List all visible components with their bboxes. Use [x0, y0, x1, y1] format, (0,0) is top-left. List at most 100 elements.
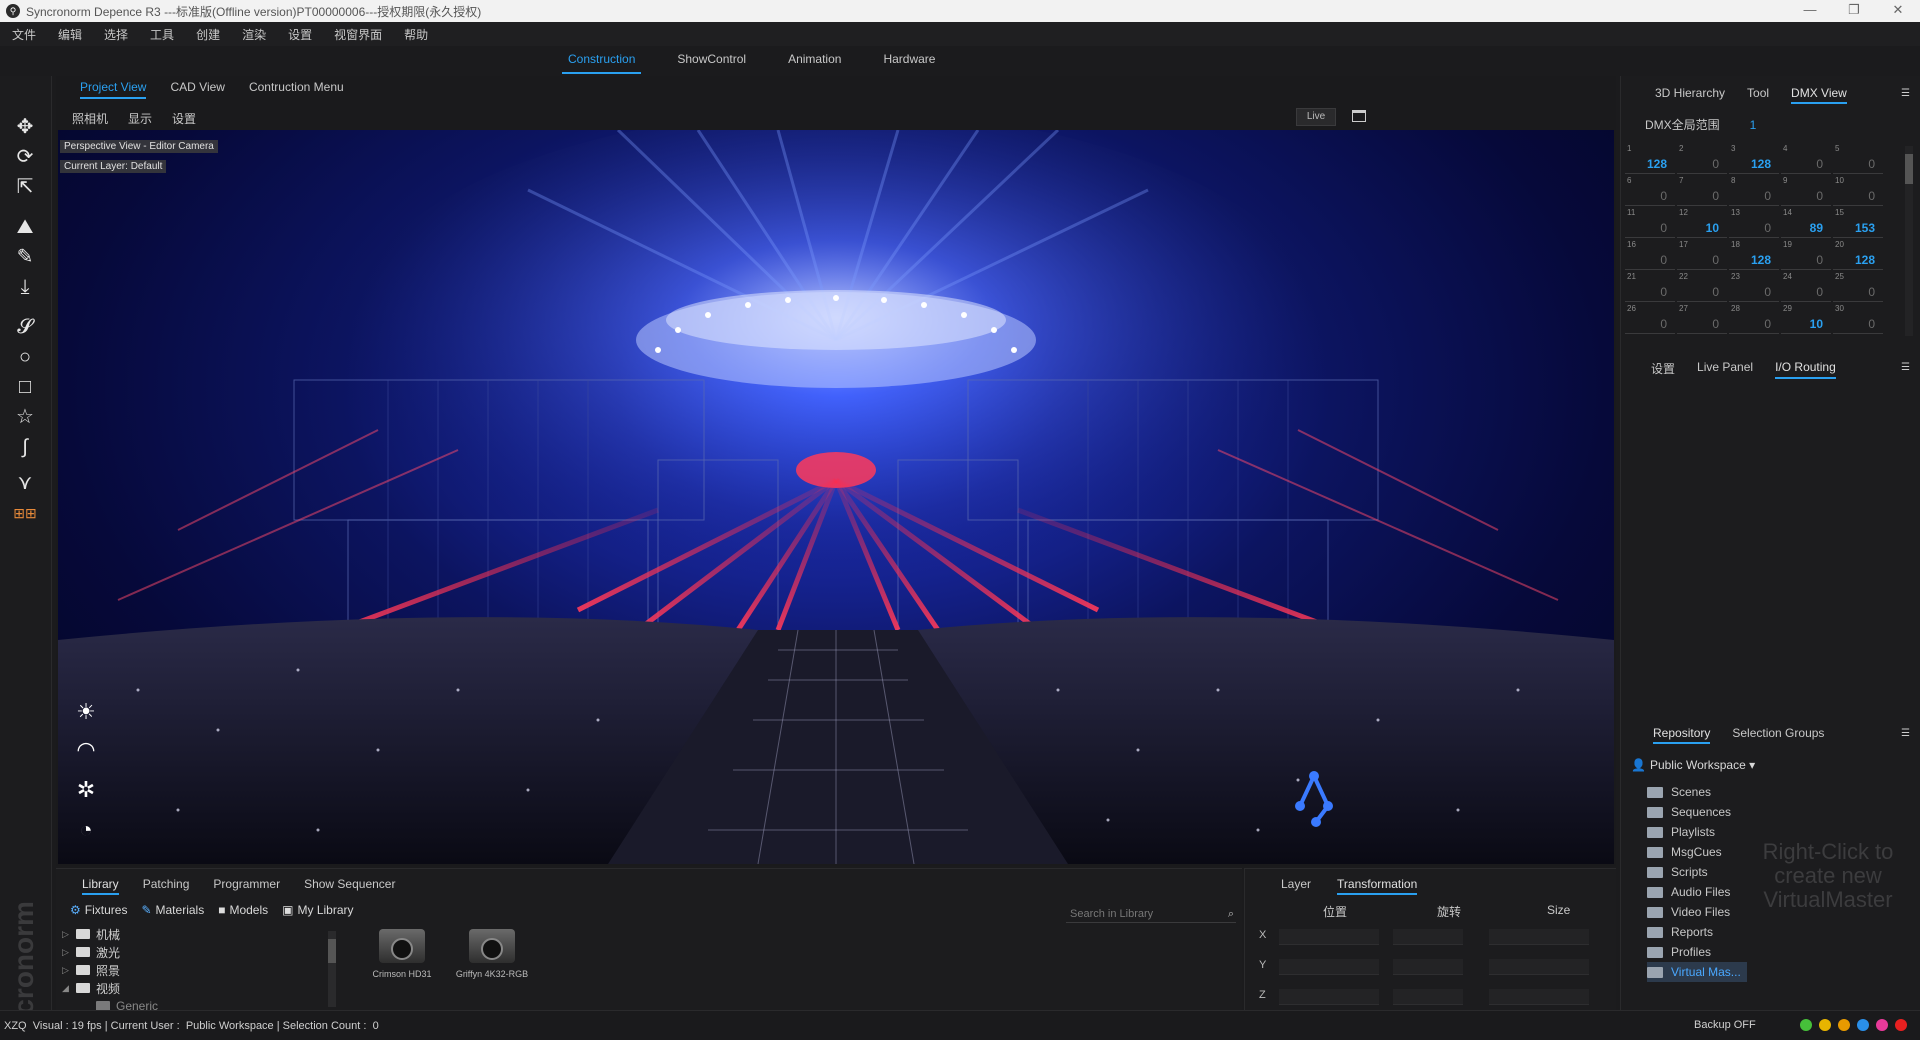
- tab-programmer[interactable]: Programmer: [213, 877, 280, 895]
- workspace-selector[interactable]: 👤 Public Workspace ▾: [1631, 758, 1755, 772]
- size-y-field[interactable]: [1489, 959, 1589, 975]
- category-my-library[interactable]: ▣ My Library: [282, 903, 353, 917]
- position-z-field[interactable]: [1279, 989, 1379, 1005]
- tab-construction-menu[interactable]: Contruction Menu: [249, 80, 344, 99]
- repository-item[interactable]: Playlists: [1647, 822, 1747, 842]
- restore-icon[interactable]: ❐: [1832, 0, 1876, 22]
- library-search-input[interactable]: Search in Library ⌕: [1066, 905, 1236, 923]
- menu-view[interactable]: 视窗界面: [334, 26, 382, 43]
- paint-icon[interactable]: ✎: [12, 244, 38, 270]
- dmx-channel-cell[interactable]: 17 0: [1677, 240, 1727, 270]
- search-icon[interactable]: ⌕: [1228, 905, 1234, 923]
- tab-tool[interactable]: Tool: [1747, 86, 1769, 104]
- size-z-field[interactable]: [1489, 989, 1589, 1005]
- dmx-channel-cell[interactable]: 28 0: [1729, 304, 1779, 334]
- status-indicator-icon[interactable]: [1838, 1019, 1850, 1031]
- dmx-channel-cell[interactable]: 70: [1677, 176, 1727, 206]
- tree-item[interactable]: ▷ 照景: [62, 961, 332, 979]
- rotate-icon[interactable]: ⟳: [12, 144, 38, 170]
- dmx-channel-cell[interactable]: 10 0: [1833, 176, 1883, 206]
- dmx-channel-cell[interactable]: 19 0: [1781, 240, 1831, 270]
- dmx-channel-cell[interactable]: 12 10: [1677, 208, 1727, 238]
- fan-icon[interactable]: ✲: [72, 776, 100, 804]
- dmx-channel-cell[interactable]: 30 0: [1833, 304, 1883, 334]
- panel-menu-icon[interactable]: ☰: [1901, 88, 1910, 99]
- gauge-icon[interactable]: ◠: [72, 736, 100, 764]
- scale-icon[interactable]: ⇱: [12, 174, 38, 200]
- tab-show-sequencer[interactable]: Show Sequencer: [304, 877, 395, 895]
- subtab-camera[interactable]: 照相机: [72, 110, 108, 127]
- maximize-view-icon[interactable]: [1352, 110, 1366, 122]
- terrain-icon[interactable]: ⛰: [12, 214, 38, 240]
- menu-file[interactable]: 文件: [12, 26, 36, 43]
- live-button[interactable]: Live: [1296, 108, 1336, 126]
- menu-edit[interactable]: 编辑: [58, 26, 82, 43]
- repository-item[interactable]: Scenes: [1647, 782, 1747, 802]
- dmx-channel-cell[interactable]: 23 0: [1729, 272, 1779, 302]
- dmx-channel-cell[interactable]: 22 0: [1677, 272, 1727, 302]
- tab-hardware[interactable]: Hardware: [877, 48, 941, 74]
- fixture-crimson-hd31[interactable]: Crimson HD31: [362, 929, 442, 979]
- dmx-scrollbar[interactable]: [1905, 146, 1913, 336]
- tree-item[interactable]: ◢ 视频: [62, 979, 332, 997]
- dmx-channel-cell[interactable]: 60: [1625, 176, 1675, 206]
- tab-animation[interactable]: Animation: [782, 48, 847, 74]
- move-icon[interactable]: ✥: [12, 114, 38, 140]
- tab-cad-view[interactable]: CAD View: [170, 80, 224, 99]
- dmx-channel-cell[interactable]: 20: [1677, 144, 1727, 174]
- tree-item[interactable]: ▷ 机械: [62, 925, 332, 943]
- repository-item[interactable]: Profiles: [1647, 942, 1747, 962]
- panel-menu-icon[interactable]: ☰: [1901, 728, 1910, 739]
- status-indicator-icon[interactable]: [1800, 1019, 1812, 1031]
- tab-project-view[interactable]: Project View: [80, 80, 147, 99]
- status-indicator-icon[interactable]: [1857, 1019, 1869, 1031]
- tab-live-panel[interactable]: Live Panel: [1697, 360, 1753, 379]
- logo-tool-icon[interactable]: ⋎: [12, 470, 38, 496]
- dmx-channel-cell[interactable]: 29 10: [1781, 304, 1831, 334]
- status-indicator-icon[interactable]: [1876, 1019, 1888, 1031]
- menu-settings[interactable]: 设置: [288, 26, 312, 43]
- curve-icon[interactable]: ∫: [12, 434, 38, 460]
- rotation-z-field[interactable]: [1393, 989, 1463, 1005]
- dmx-channel-cell[interactable]: 80: [1729, 176, 1779, 206]
- tab-selection-groups[interactable]: Selection Groups: [1732, 726, 1824, 744]
- library-tree-scrollbar[interactable]: [328, 931, 336, 1007]
- square-icon[interactable]: □: [12, 374, 38, 400]
- dmx-channel-cell[interactable]: 11 0: [1625, 208, 1675, 238]
- dmx-channel-cell[interactable]: 26 0: [1625, 304, 1675, 334]
- tab-io-routing[interactable]: I/O Routing: [1775, 360, 1836, 379]
- dmx-channel-cell[interactable]: 25 0: [1833, 272, 1883, 302]
- tab-showcontrol[interactable]: ShowControl: [671, 48, 752, 74]
- circle-icon[interactable]: ○: [12, 344, 38, 370]
- subtab-settings[interactable]: 设置: [172, 110, 196, 127]
- tab-transformation[interactable]: Transformation: [1337, 877, 1418, 895]
- dmx-channel-cell[interactable]: 21 0: [1625, 272, 1675, 302]
- drop-icon[interactable]: ⤓: [12, 274, 38, 300]
- repository-item[interactable]: Scripts: [1647, 862, 1747, 882]
- status-indicator-icon[interactable]: [1819, 1019, 1831, 1031]
- position-x-field[interactable]: [1279, 929, 1379, 945]
- star-icon[interactable]: ☆: [12, 404, 38, 430]
- repository-item[interactable]: MsgCues: [1647, 842, 1747, 862]
- dmx-channel-cell[interactable]: 15 153: [1833, 208, 1883, 238]
- rotation-x-field[interactable]: [1393, 929, 1463, 945]
- tab-patching[interactable]: Patching: [143, 877, 190, 895]
- tab-library[interactable]: Library: [82, 877, 119, 895]
- repository-item[interactable]: Virtual Mas...: [1647, 962, 1747, 982]
- dmx-channel-cell[interactable]: 90: [1781, 176, 1831, 206]
- menu-create[interactable]: 创建: [196, 26, 220, 43]
- sun-icon[interactable]: ☀: [72, 698, 100, 726]
- dmx-channel-cell[interactable]: 24 0: [1781, 272, 1831, 302]
- menu-help[interactable]: 帮助: [404, 26, 428, 43]
- tab-repository[interactable]: Repository: [1653, 726, 1711, 744]
- repository-item[interactable]: Video Files: [1647, 902, 1747, 922]
- dmx-channel-cell[interactable]: 1 128: [1625, 144, 1675, 174]
- menu-select[interactable]: 选择: [104, 26, 128, 43]
- dmx-channel-cell[interactable]: 50: [1833, 144, 1883, 174]
- category-models[interactable]: ■ Models: [218, 903, 268, 917]
- dmx-channel-cell[interactable]: 27 0: [1677, 304, 1727, 334]
- tab-settings[interactable]: 设置: [1651, 360, 1675, 379]
- size-x-field[interactable]: [1489, 929, 1589, 945]
- tab-layer[interactable]: Layer: [1281, 877, 1311, 895]
- viewport-3d[interactable]: Perspective View - Editor Camera Current…: [58, 130, 1614, 864]
